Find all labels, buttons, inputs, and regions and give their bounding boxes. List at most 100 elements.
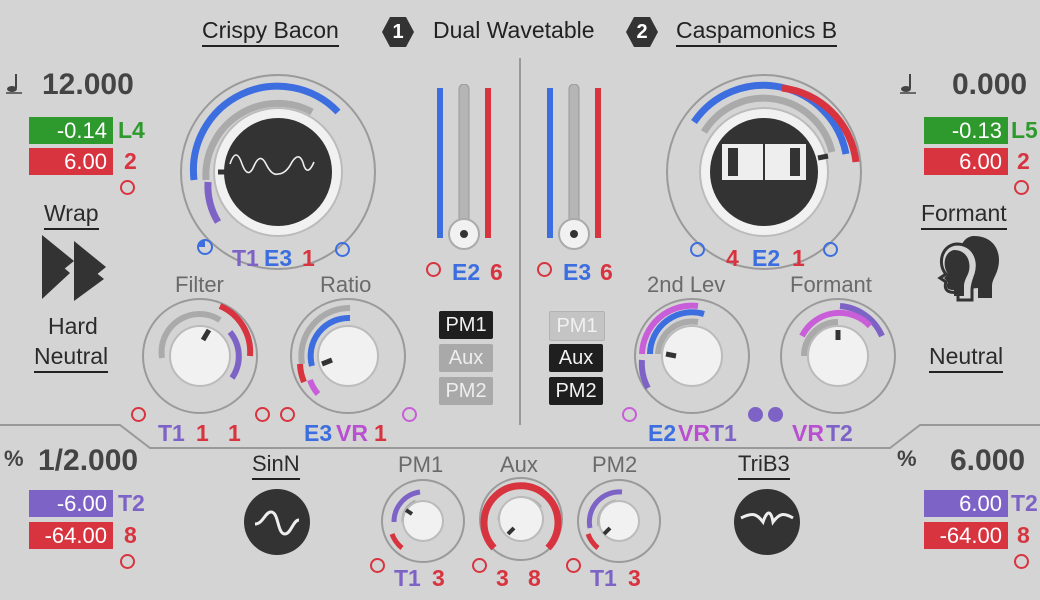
osc1-mod-t1[interactable]: T1: [232, 245, 259, 272]
note-icon: [4, 72, 24, 99]
osc1-wt-mod-slot[interactable]: [335, 242, 350, 257]
filter-mod-1b[interactable]: 1: [228, 420, 241, 447]
osc1-fader-mod-6[interactable]: 6: [490, 259, 503, 286]
pm2-knob-label: PM2: [592, 452, 638, 477]
formant-heads-icon[interactable]: [934, 232, 1006, 307]
osc1-lfo-tag: L4: [118, 117, 145, 143]
osc2-mod-slot[interactable]: [1014, 180, 1029, 195]
trib3-waveform-icon[interactable]: [733, 488, 801, 561]
ratio-mod-slot[interactable]: [280, 407, 295, 422]
pm2-mod-3[interactable]: 3: [628, 565, 641, 592]
pm1-mod-slot[interactable]: [370, 558, 385, 573]
trib3-label[interactable]: TriB3: [738, 451, 790, 480]
osc1-route-pm2[interactable]: PM2: [439, 377, 493, 405]
osc1-mod-1[interactable]: 1: [302, 245, 315, 272]
second-lev-mod-slot-2[interactable]: [748, 407, 763, 422]
filter-mod-t1[interactable]: T1: [158, 420, 185, 447]
osc1-level-fader[interactable]: [432, 83, 496, 259]
percent-icon: %: [4, 446, 24, 471]
osc1-lfo-amount[interactable]: -0.14: [29, 117, 113, 144]
osc1-fader-mod-e2[interactable]: E2: [452, 259, 480, 286]
filter-mod-slot-2[interactable]: [255, 407, 270, 422]
osc2-fader-mod-e3[interactable]: E3: [563, 259, 591, 286]
second-lev-mod-slot[interactable]: [622, 407, 637, 422]
formant-mod-slot[interactable]: [768, 407, 783, 422]
filter-mod-1a[interactable]: 1: [196, 420, 209, 447]
osc2-wt-mod-slot[interactable]: [690, 242, 705, 257]
osc1-mod-e3[interactable]: E3: [264, 245, 292, 272]
second-lev-mod-e2[interactable]: E2: [648, 420, 676, 447]
osc1-env-tag: 2: [124, 148, 137, 174]
aux-mod-3[interactable]: 3: [496, 565, 509, 592]
aux-mod-slot[interactable]: [472, 558, 487, 573]
osc2-neutral-label[interactable]: Neutral: [929, 343, 1004, 373]
osc1-ratio-mod-slot[interactable]: [120, 554, 135, 569]
osc2-mod-1[interactable]: 1: [792, 245, 805, 272]
second-lev-label: 2nd Lev: [647, 272, 726, 297]
sinn-waveform-icon[interactable]: [243, 488, 311, 561]
pm2-knob[interactable]: [576, 478, 662, 569]
aux-knob[interactable]: [478, 476, 564, 567]
ratio-knob[interactable]: [288, 296, 408, 421]
osc2-lfo-amount[interactable]: -0.13: [924, 117, 1008, 144]
osc1-ratio-value[interactable]: 1/2.000: [38, 444, 138, 478]
osc1-pitch-value[interactable]: 12.000: [42, 68, 134, 102]
osc2-ratio-mod-amount[interactable]: 6.00: [924, 490, 1008, 517]
osc2-mode-label[interactable]: Formant: [921, 200, 1007, 230]
osc1-neutral-label[interactable]: Neutral: [34, 343, 109, 373]
osc2-fader-mod-6[interactable]: 6: [600, 259, 613, 286]
ratio-mod-1[interactable]: 1: [374, 420, 387, 447]
osc2-route-pm1[interactable]: PM1: [549, 311, 605, 341]
osc2-mod-4[interactable]: 4: [726, 245, 739, 272]
sinn-label[interactable]: SinN: [252, 451, 300, 480]
osc2-env-amount[interactable]: 6.00: [924, 148, 1008, 175]
osc2-lfo-tag: L5: [1011, 117, 1038, 143]
formant-knob[interactable]: [778, 296, 898, 421]
osc2-fader-mod-slot[interactable]: [537, 262, 552, 277]
osc2-mod-e2[interactable]: E2: [752, 245, 780, 272]
osc1-warp-label[interactable]: Hard: [48, 313, 98, 340]
formant-mod-vr[interactable]: VR: [792, 420, 824, 447]
osc1-env-amount[interactable]: 6.00: [29, 148, 113, 175]
osc1-ratio-mod-amount[interactable]: -6.00: [29, 490, 113, 517]
filter-knob[interactable]: [140, 296, 260, 421]
pm2-mod-slot[interactable]: [566, 558, 581, 573]
pm1-knob[interactable]: [380, 478, 466, 569]
osc2-wt-mod-slot-2[interactable]: [823, 242, 838, 257]
pm2-mod-t1[interactable]: T1: [590, 565, 617, 592]
osc2-ratio-value[interactable]: 6.000: [950, 444, 1025, 478]
osc2-route-pm2[interactable]: PM2: [549, 377, 603, 405]
osc2-ratio-env-amount[interactable]: -64.00: [924, 522, 1008, 549]
formant-knob-label: Formant: [790, 272, 872, 297]
pm1-mod-3[interactable]: 3: [432, 565, 445, 592]
osc1-fader-mod-slot[interactable]: [426, 262, 441, 277]
ratio-mod-vr[interactable]: VR: [336, 420, 368, 447]
osc2-route-aux[interactable]: Aux: [549, 344, 603, 372]
osc1-mod-pie-icon: [196, 238, 214, 261]
osc2-level-fader[interactable]: [542, 83, 606, 259]
osc2-ratio-mod-tag: T2: [1011, 490, 1038, 516]
pm1-knob-label: PM1: [398, 452, 444, 477]
filter-mod-slot[interactable]: [131, 407, 146, 422]
wrap-icon[interactable]: [40, 233, 108, 308]
osc1-ratio-env-amount[interactable]: -64.00: [29, 522, 113, 549]
second-lev-mod-t1[interactable]: T1: [710, 420, 737, 447]
pm1-mod-t1[interactable]: T1: [394, 565, 421, 592]
osc1-mode-label[interactable]: Wrap: [44, 200, 99, 230]
filter-label: Filter: [175, 272, 224, 297]
note-icon-right: [898, 72, 918, 99]
ratio-label: Ratio: [320, 272, 372, 297]
osc1-route-aux[interactable]: Aux: [439, 344, 493, 372]
osc1-ratio-env-tag: 8: [124, 522, 137, 548]
formant-mod-t2[interactable]: T2: [826, 420, 853, 447]
osc1-route-pm1[interactable]: PM1: [439, 311, 493, 339]
osc1-ratio-mod-tag: T2: [118, 490, 145, 516]
osc2-ratio-mod-slot[interactable]: [1014, 554, 1029, 569]
second-lev-knob[interactable]: [632, 296, 752, 421]
ratio-mod-e3[interactable]: E3: [304, 420, 332, 447]
osc2-pitch-value[interactable]: 0.000: [952, 68, 1027, 102]
osc1-mod-slot[interactable]: [120, 180, 135, 195]
second-lev-mod-vr[interactable]: VR: [678, 420, 710, 447]
ratio-mod-slot-2[interactable]: [402, 407, 417, 422]
aux-mod-8[interactable]: 8: [528, 565, 541, 592]
